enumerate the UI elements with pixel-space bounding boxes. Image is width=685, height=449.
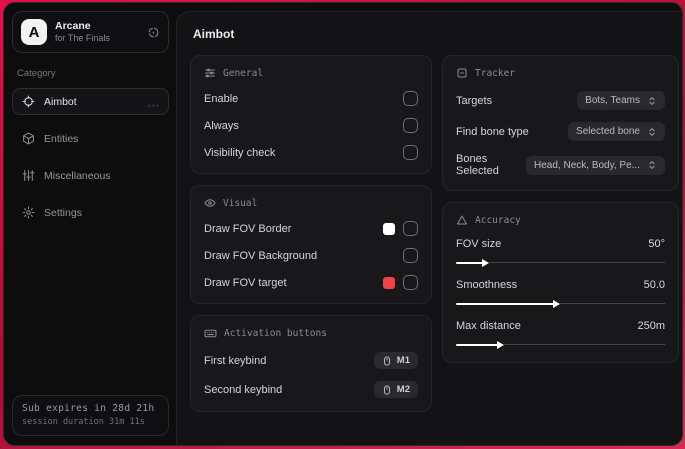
- tracker-card: Tracker Targets Bots, Teams Find bone ty…: [442, 55, 679, 191]
- triangle-icon: [456, 214, 468, 226]
- subscription-expiry: Sub expires in 28d 21h: [22, 403, 155, 414]
- chevrons-up-down-icon: [647, 160, 657, 170]
- card-title: Activation buttons: [224, 328, 327, 339]
- first-keybind-button[interactable]: M1: [373, 352, 418, 369]
- sidebar: A Arcane for The Finals Category Aimbot: [4, 3, 176, 445]
- smoothness-value: 50.0: [643, 279, 665, 291]
- draw-fov-target-checkbox[interactable]: [403, 275, 418, 290]
- draw-fov-target-label: Draw FOV target: [204, 276, 287, 289]
- card-title: General: [223, 67, 264, 79]
- sidebar-item-label: Aimbot: [44, 95, 77, 108]
- crosshair-icon: [22, 95, 35, 108]
- select-value: Bots, Teams: [585, 95, 640, 106]
- general-card: General Enable Always Visibility check: [190, 55, 432, 174]
- visibility-check-label: Visibility check: [204, 146, 276, 159]
- subscription-card: Sub expires in 28d 21h session duration …: [12, 395, 169, 436]
- app-name: Arcane: [55, 19, 91, 32]
- mouse-icon: [382, 384, 392, 395]
- enable-checkbox[interactable]: [403, 91, 418, 106]
- second-keybind-label: Second keybind: [204, 383, 283, 396]
- mouse-icon: [382, 355, 392, 366]
- gear-icon: [22, 206, 35, 219]
- category-label: Category: [17, 68, 56, 79]
- draw-fov-border-label: Draw FOV Border: [204, 222, 292, 235]
- max-distance-label: Max distance: [456, 320, 521, 332]
- visual-card: Visual Draw FOV Border Draw FOV Backgrou…: [190, 185, 432, 304]
- fov-size-slider[interactable]: [456, 258, 665, 267]
- find-bone-type-label: Find bone type: [456, 125, 529, 138]
- activation-buttons-card: Activation buttons First keybind M1 Seco…: [190, 315, 432, 412]
- cube-icon: [22, 132, 35, 145]
- sidebar-item-label: Entities: [44, 132, 79, 145]
- refresh-icon[interactable]: [147, 26, 160, 39]
- bones-selected-select[interactable]: Head, Neck, Body, Pe...: [526, 155, 665, 175]
- focus-icon: [456, 67, 468, 79]
- accuracy-card: Accuracy FOV size 50° Smoothness 50.0 Ma…: [442, 202, 679, 363]
- sidebar-item-label: Miscellaneous: [44, 169, 111, 182]
- slider-thumb[interactable]: [482, 258, 490, 267]
- draw-fov-background-label: Draw FOV Background: [204, 249, 318, 262]
- card-title: Tracker: [475, 67, 516, 79]
- fov-target-color-swatch[interactable]: [383, 276, 395, 289]
- find-bone-type-select[interactable]: Selected bone: [568, 122, 665, 141]
- visibility-check-checkbox[interactable]: [403, 145, 418, 160]
- nav-hover-hint: •••: [147, 101, 160, 111]
- chevrons-up-down-icon: [647, 127, 657, 137]
- app-window: A Arcane for The Finals Category Aimbot: [3, 2, 683, 446]
- max-distance-value: 250m: [637, 320, 665, 332]
- sidebar-item-miscellaneous[interactable]: Miscellaneous: [12, 162, 169, 189]
- first-keybind-label: First keybind: [204, 354, 267, 367]
- slider-thumb[interactable]: [496, 340, 504, 349]
- select-value: Head, Neck, Body, Pe...: [534, 159, 640, 171]
- keybind-value: M2: [396, 384, 410, 395]
- sidebar-item-aimbot[interactable]: Aimbot •••: [12, 88, 169, 115]
- keybind-value: M1: [396, 355, 410, 366]
- fov-size-label: FOV size: [456, 238, 502, 250]
- card-title: Visual: [223, 197, 258, 209]
- targets-label: Targets: [456, 94, 493, 107]
- slider-thumb[interactable]: [553, 299, 561, 308]
- targets-select[interactable]: Bots, Teams: [577, 91, 665, 110]
- sliders-icon: [22, 169, 35, 182]
- app-subtitle: for The Finals: [55, 32, 110, 43]
- sidebar-nav: Aimbot ••• Entities Miscellaneous Settin…: [12, 88, 169, 226]
- card-title: Accuracy: [475, 214, 521, 226]
- page-title: Aimbot: [193, 27, 235, 41]
- adjustments-icon: [204, 67, 216, 79]
- smoothness-slider[interactable]: [456, 299, 665, 308]
- main-panel: Aimbot General Enable Always Visibility …: [176, 11, 682, 445]
- app-logo: A: [21, 19, 47, 45]
- bones-selected-label: Bones Selected: [456, 153, 499, 177]
- session-duration: session duration 31m 11s: [22, 417, 145, 427]
- chevrons-up-down-icon: [647, 96, 657, 106]
- select-value: Selected bone: [576, 126, 640, 137]
- second-keybind-button[interactable]: M2: [373, 381, 418, 398]
- brand-card: A Arcane for The Finals: [12, 11, 169, 53]
- eye-icon: [204, 197, 216, 209]
- sidebar-item-entities[interactable]: Entities: [12, 125, 169, 152]
- fov-border-color-swatch[interactable]: [383, 222, 395, 235]
- max-distance-slider[interactable]: [456, 340, 665, 349]
- draw-fov-background-checkbox[interactable]: [403, 248, 418, 263]
- enable-label: Enable: [204, 92, 239, 105]
- always-checkbox[interactable]: [403, 118, 418, 133]
- sidebar-item-label: Settings: [44, 206, 82, 219]
- draw-fov-border-checkbox[interactable]: [403, 221, 418, 236]
- fov-size-value: 50°: [648, 238, 665, 250]
- keyboard-icon: [204, 327, 217, 340]
- sidebar-item-settings[interactable]: Settings: [12, 199, 169, 226]
- always-label: Always: [204, 119, 239, 132]
- smoothness-label: Smoothness: [456, 279, 518, 291]
